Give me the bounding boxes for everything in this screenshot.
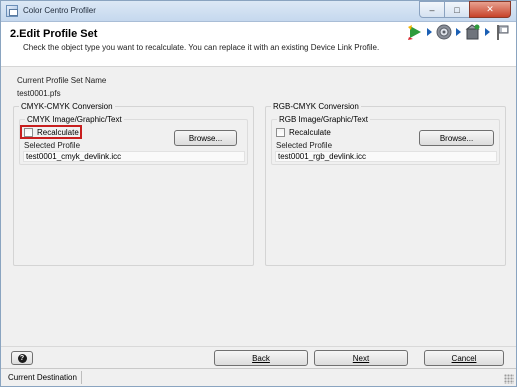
cancel-button-label: Cancel xyxy=(451,353,477,363)
rgb-browse-button[interactable]: Browse... xyxy=(419,130,494,146)
app-icon xyxy=(6,5,18,17)
cmyk-selected-profile-label: Selected Profile xyxy=(24,141,81,150)
rgb-selected-profile-label: Selected Profile xyxy=(276,141,333,150)
help-icon: ? xyxy=(17,353,27,363)
cmyk-object-group: CMYK Image/Graphic/Text Recalculate Brow… xyxy=(19,115,248,165)
page-title: 2.Edit Profile Set xyxy=(10,28,98,40)
window-title: Color Centro Profiler xyxy=(23,6,96,15)
rgb-recalculate-row[interactable]: Recalculate xyxy=(276,128,331,137)
rgb-selected-profile-field: test0001_rgb_devlink.icc xyxy=(275,151,497,162)
rgb-group-title: RGB-CMYK Conversion xyxy=(271,102,361,111)
step-arrow-icon xyxy=(456,28,461,36)
profile-set-name-label: Current Profile Set Name xyxy=(17,76,107,85)
status-bar: Current Destination xyxy=(1,368,516,386)
title-bar[interactable]: Color Centro Profiler – □ ✕ xyxy=(1,1,516,22)
help-button[interactable]: ? xyxy=(11,351,33,365)
rgb-recalculate-label: Recalculate xyxy=(289,128,331,137)
close-icon: ✕ xyxy=(486,4,494,14)
wizard-start-icon xyxy=(408,25,421,40)
minimize-button[interactable]: – xyxy=(419,1,445,18)
back-button[interactable]: Back xyxy=(214,350,308,366)
finish-flag-icon xyxy=(497,25,509,40)
close-button[interactable]: ✕ xyxy=(469,1,511,18)
cmyk-selected-profile-field: test0001_cmyk_devlink.icc xyxy=(23,151,245,162)
rgb-conversion-group: RGB-CMYK Conversion RGB Image/Graphic/Te… xyxy=(265,102,506,266)
page-description: Check the object type you want to recalc… xyxy=(23,43,380,52)
window-controls: – □ ✕ xyxy=(419,1,511,19)
maximize-button[interactable]: □ xyxy=(444,1,470,18)
footer-divider xyxy=(1,346,516,347)
resize-grip-icon[interactable] xyxy=(504,374,514,384)
minimize-icon: – xyxy=(429,4,435,15)
next-button-label: Next xyxy=(352,353,370,363)
box-icon xyxy=(465,24,480,40)
profile-set-name-value: test0001.pfs xyxy=(17,89,61,98)
step-arrow-icon xyxy=(485,28,490,36)
wizard-header: 2.Edit Profile Set Check the object type… xyxy=(1,22,516,67)
back-button-label: Back xyxy=(252,353,270,363)
rgb-object-title: RGB Image/Graphic/Text xyxy=(277,115,370,124)
cmyk-browse-button[interactable]: Browse... xyxy=(174,130,237,146)
gear-icon xyxy=(436,24,452,40)
cancel-button[interactable]: Cancel xyxy=(424,350,504,366)
rgb-recalculate-checkbox[interactable] xyxy=(276,128,285,137)
status-current-destination: Current Destination xyxy=(4,371,82,384)
rgb-object-group: RGB Image/Graphic/Text Recalculate Brows… xyxy=(271,115,500,165)
next-button[interactable]: Next xyxy=(314,350,408,366)
step-arrow-icon xyxy=(427,28,432,36)
cmyk-group-title: CMYK-CMYK Conversion xyxy=(19,102,115,111)
cmyk-object-title: CMYK Image/Graphic/Text xyxy=(25,115,124,124)
recalculate-highlight-box xyxy=(20,125,82,139)
app-window: Color Centro Profiler – □ ✕ 2.Edit Profi… xyxy=(0,0,517,387)
wizard-steps xyxy=(406,22,511,42)
maximize-icon: □ xyxy=(454,4,460,15)
cmyk-conversion-group: CMYK-CMYK Conversion CMYK Image/Graphic/… xyxy=(13,102,254,266)
